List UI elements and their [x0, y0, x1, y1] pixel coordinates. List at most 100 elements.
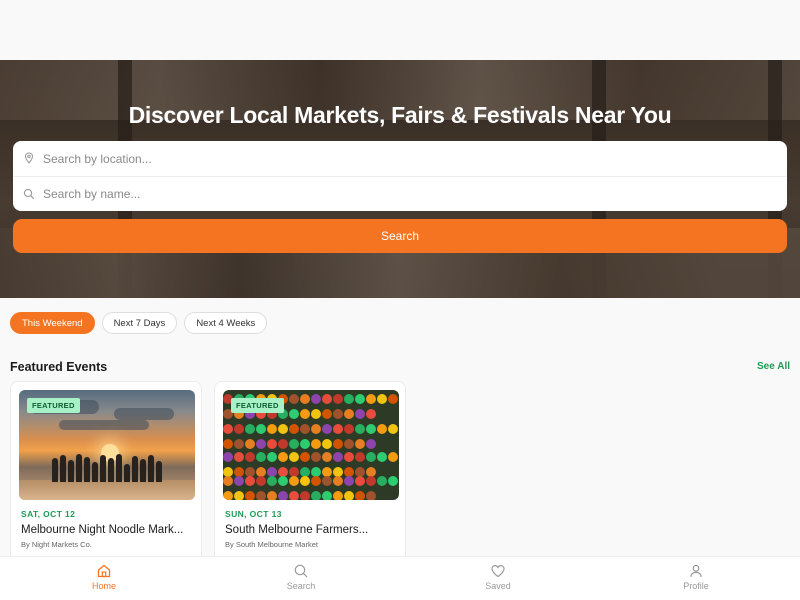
produce-item [267, 466, 277, 477]
produce-item [366, 476, 376, 486]
nav-item-saved[interactable]: Saved [468, 563, 528, 591]
person-silhouette [60, 455, 66, 482]
produce-item [333, 490, 343, 500]
filter-chip-next-7-days[interactable]: Next 7 Days [101, 312, 178, 334]
produce-item [234, 452, 244, 462]
person-silhouette [92, 462, 98, 482]
produce-item [366, 408, 376, 419]
person-silhouette [124, 464, 130, 482]
produce-item [278, 424, 288, 434]
produce-item [223, 490, 233, 500]
produce-item [245, 424, 255, 434]
see-all-link[interactable]: See All [757, 361, 790, 372]
produce-item [278, 452, 288, 462]
person-silhouette [108, 458, 114, 482]
produce-item [311, 490, 321, 500]
produce-item [300, 466, 310, 477]
produce-item [267, 452, 277, 462]
cloud-shape [59, 420, 149, 430]
produce-item [256, 466, 266, 477]
nav-label: Profile [683, 581, 709, 591]
search-icon [294, 564, 308, 578]
produce-item [311, 452, 321, 462]
filter-chip-next-4-weeks[interactable]: Next 4 Weeks [184, 312, 268, 334]
produce-item [355, 452, 365, 462]
hero-section: Discover Local Markets, Fairs & Festival… [0, 60, 800, 298]
search-button[interactable]: Search [13, 219, 787, 253]
produce-item [355, 408, 365, 419]
produce-item [377, 476, 387, 486]
heart-icon [491, 564, 505, 578]
name-search-row [13, 176, 787, 211]
nav-item-search[interactable]: Search [271, 563, 331, 591]
produce-item [289, 476, 299, 486]
produce-item [267, 490, 277, 500]
produce-item [388, 476, 398, 486]
home-icon [97, 564, 111, 578]
produce-item [322, 438, 332, 449]
produce-item [267, 438, 277, 449]
produce-item [234, 438, 244, 449]
location-search-row [13, 141, 787, 176]
produce-item [300, 408, 310, 419]
produce-item [311, 438, 321, 449]
person-silhouette [84, 457, 90, 482]
produce-item [388, 452, 398, 462]
search-card [13, 141, 787, 211]
produce-item [355, 438, 365, 449]
produce-item [344, 408, 354, 419]
produce-item [234, 466, 244, 477]
produce-item [267, 476, 277, 486]
produce-item [256, 424, 266, 434]
name-search-input[interactable] [43, 187, 743, 201]
produce-item [223, 476, 233, 486]
produce-item [234, 476, 244, 486]
event-organizer: By South Melbourne Market [225, 540, 318, 549]
featured-events-heading: Featured Events [10, 360, 108, 374]
location-pin-icon [24, 152, 34, 164]
person-silhouette [116, 454, 122, 482]
produce-item [245, 490, 255, 500]
produce-item [289, 490, 299, 500]
produce-item [366, 466, 376, 477]
produce-item [333, 452, 343, 462]
event-card[interactable]: FEATURED SUN, OCT 13 South Melbourne Far… [214, 381, 406, 581]
search-icon [23, 188, 35, 200]
produce-item [289, 452, 299, 462]
produce-item [322, 424, 332, 434]
produce-item [333, 438, 343, 449]
produce-item [223, 438, 233, 449]
produce-item [300, 490, 310, 500]
produce-item [278, 490, 288, 500]
event-card[interactable]: FEATURED SAT, OCT 12 Melbourne Night Noo… [10, 381, 202, 581]
event-organizer: By Night Markets Co. [21, 540, 92, 549]
produce-item [311, 408, 321, 419]
produce-row [223, 476, 399, 500]
produce-item [278, 466, 288, 477]
produce-item [289, 394, 299, 404]
produce-item [245, 476, 255, 486]
nav-item-home[interactable]: Home [74, 563, 134, 591]
bottom-navigation: Home Search Saved Profile [0, 556, 800, 600]
produce-item [245, 466, 255, 477]
date-filter-chips: This Weekend Next 7 Days Next 4 Weeks [10, 312, 268, 334]
produce-item [322, 490, 332, 500]
person-silhouette [68, 460, 74, 482]
event-title: Melbourne Night Noodle Mark... [21, 524, 184, 536]
produce-item [300, 438, 310, 449]
event-title: South Melbourne Farmers... [225, 524, 369, 536]
person-silhouette [156, 461, 162, 482]
nav-item-profile[interactable]: Profile [666, 563, 726, 591]
location-search-input[interactable] [43, 151, 743, 166]
produce-item [223, 424, 233, 434]
produce-item [311, 394, 321, 404]
profile-icon [690, 564, 702, 578]
produce-item [388, 424, 398, 434]
produce-item [366, 490, 376, 500]
filter-chip-this-weekend[interactable]: This Weekend [10, 312, 95, 334]
cloud-shape [114, 408, 174, 420]
produce-item [322, 466, 332, 477]
produce-item [289, 408, 299, 419]
produce-item [256, 438, 266, 449]
produce-item [377, 452, 387, 462]
